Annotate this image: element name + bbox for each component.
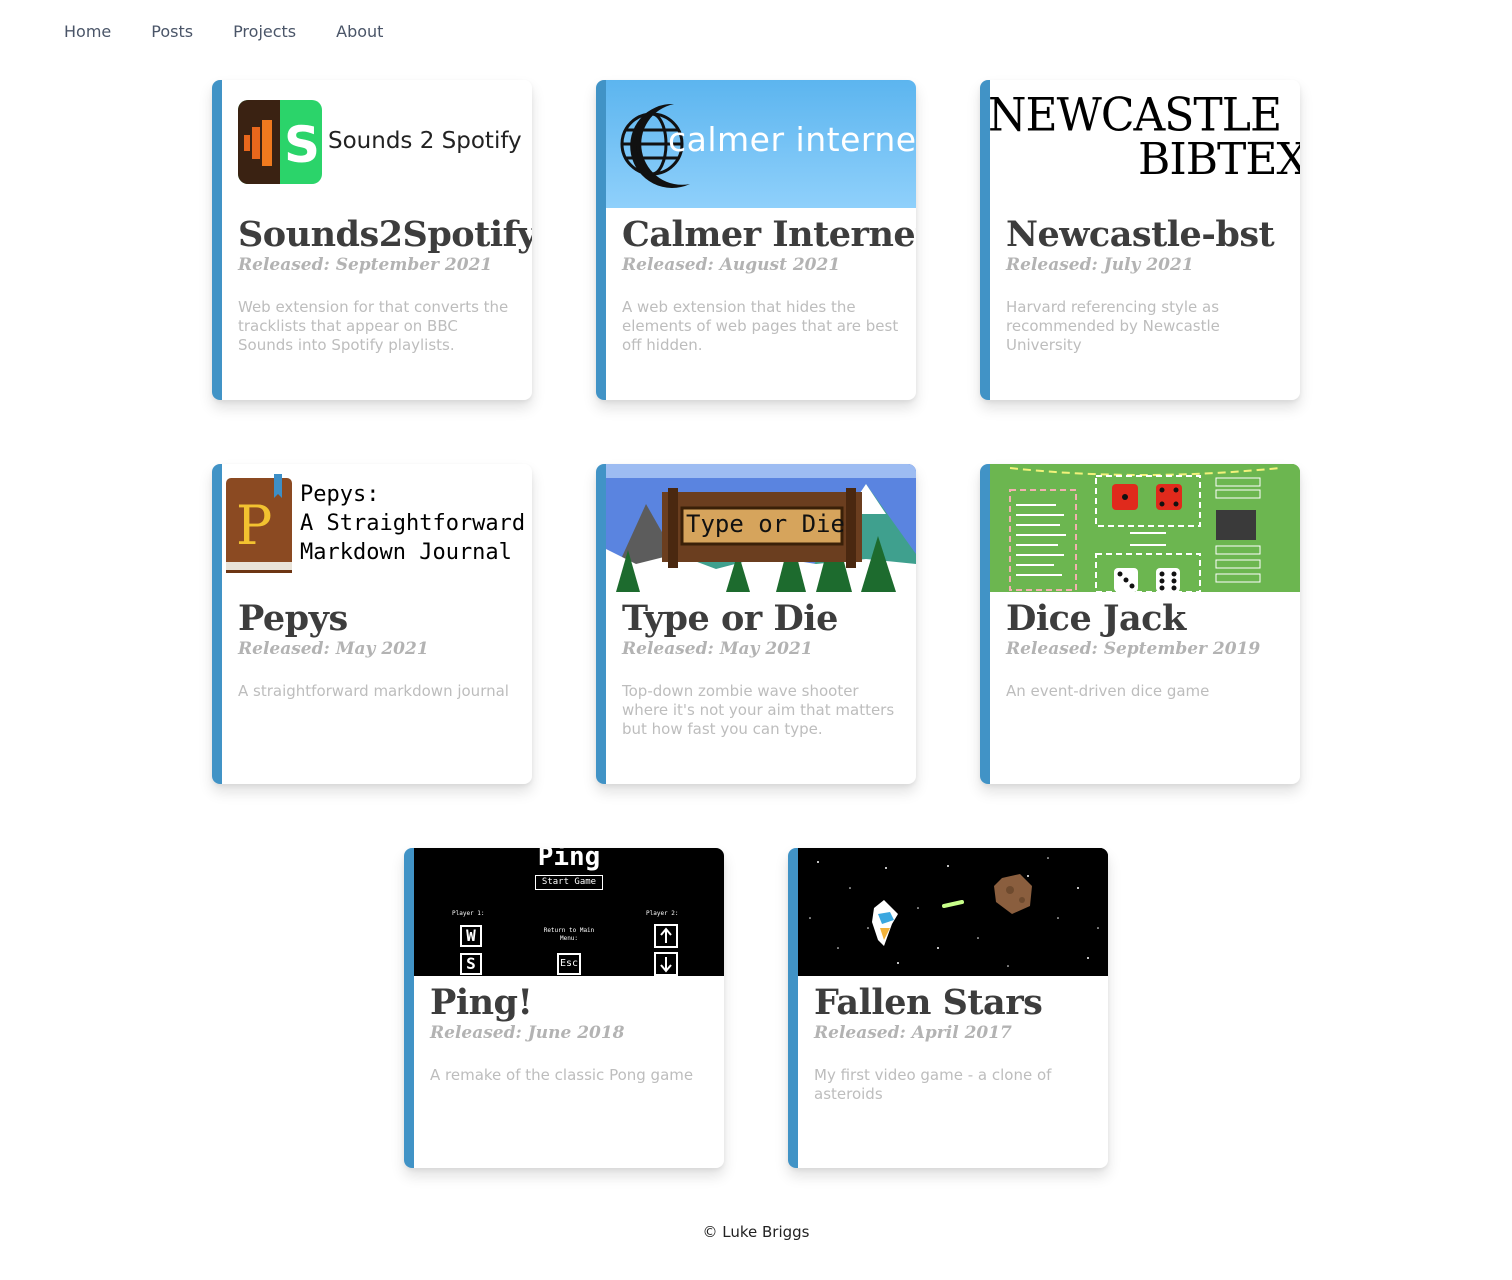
nav-home-link[interactable]: Home — [64, 22, 111, 42]
card-accent-stripe — [404, 848, 414, 1168]
project-description: Top-down zombie wave shooter where it's … — [622, 682, 895, 738]
project-description: Harvard referencing style as recommended… — [1006, 298, 1220, 354]
thumb-line-2: BIBTEX — [1138, 134, 1300, 185]
project-thumbnail — [798, 848, 1108, 976]
thumb-line-3: Markdown Journal — [300, 540, 512, 565]
card-accent-stripe — [596, 80, 606, 400]
project-thumbnail: P Pepys: A Straightforward Markdown Jour… — [222, 464, 532, 592]
arrow-keys-icon — [654, 924, 678, 976]
project-title[interactable]: Dice Jack — [1006, 598, 1186, 639]
project-card-dice-jack[interactable]: Dice Jack Released: September 2019 An ev… — [980, 464, 1300, 784]
card-accent-stripe — [788, 848, 798, 1168]
thumb-logo-text: calmer internet — [668, 120, 916, 159]
project-thumbnail: S Sounds 2 Spotify — [222, 80, 532, 208]
nav-posts-link[interactable]: Posts — [151, 22, 193, 42]
project-description: A web extension that hides the elements … — [622, 298, 899, 354]
project-title[interactable]: Fallen Stars — [814, 982, 1043, 1023]
svg-text:S: S — [284, 116, 320, 174]
card-accent-stripe — [212, 80, 222, 400]
project-title[interactable]: Calmer Internet — [622, 214, 916, 255]
project-title[interactable]: Pepys — [238, 598, 348, 639]
project-description: A straightforward markdown journal — [238, 682, 509, 700]
release-date: Released: June 2018 — [430, 1023, 625, 1043]
project-card-type-or-die[interactable]: Type or Die Type or Die Released: May 20… — [596, 464, 916, 784]
project-card-calmer-internet[interactable]: calmer internet Calmer Internet Released… — [596, 80, 916, 400]
project-thumbnail — [990, 464, 1300, 592]
release-date: Released: September 2019 — [1006, 639, 1261, 659]
top-nav: Home Posts Projects About — [64, 22, 423, 42]
project-title[interactable]: Type or Die — [622, 598, 838, 639]
project-thumbnail: calmer internet — [606, 80, 916, 208]
book-icon: P — [226, 474, 292, 573]
project-title[interactable]: Newcastle-bst — [1006, 214, 1275, 255]
project-description: An event-driven dice game — [1006, 682, 1210, 700]
release-date: Released: August 2021 — [622, 255, 841, 275]
project-title[interactable]: Sounds2Spotify — [238, 214, 532, 255]
thumb-line-1: Pepys: — [300, 482, 380, 507]
project-card-ping[interactable]: Ping Start Game Player 1: Player 2: Retu… — [404, 848, 724, 1168]
release-date: Released: July 2021 — [1006, 255, 1194, 275]
project-thumbnail: Ping Start Game Player 1: Player 2: Retu… — [414, 848, 724, 976]
project-card-sounds2spotify[interactable]: S Sounds 2 Spotify Sounds2Spotify Releas… — [212, 80, 532, 400]
project-thumbnail: Type or Die — [606, 464, 916, 592]
project-description: My first video game - a clone of asteroi… — [814, 1066, 1052, 1103]
project-description: A remake of the classic Pong game — [430, 1066, 694, 1084]
spaceship-icon — [798, 848, 1108, 976]
thumb-logo-text: Sounds 2 Spotify — [328, 128, 522, 154]
card-accent-stripe — [980, 80, 990, 400]
release-date: Released: May 2021 — [238, 639, 429, 659]
card-accent-stripe — [596, 464, 606, 784]
card-accent-stripe — [212, 464, 222, 784]
nav-about-link[interactable]: About — [336, 22, 383, 42]
release-date: Released: May 2021 — [622, 639, 813, 659]
project-card-newcastle-bst[interactable]: NEWCASTLE BIBTEX Newcastle-bst Released:… — [980, 80, 1300, 400]
thumb-line-2: A Straightforward — [300, 511, 526, 536]
svg-text:P: P — [236, 494, 272, 557]
footer-copyright: © Luke Briggs — [702, 1223, 810, 1241]
card-accent-stripe — [980, 464, 990, 784]
release-date: Released: April 2017 — [814, 1023, 1012, 1043]
thumb-sign-text: Type or Die — [686, 510, 845, 538]
project-card-pepys[interactable]: P Pepys: A Straightforward Markdown Jour… — [212, 464, 532, 784]
project-thumbnail: NEWCASTLE BIBTEX — [990, 80, 1300, 208]
dice-board-icon — [990, 464, 1300, 592]
project-title[interactable]: Ping! — [430, 982, 533, 1023]
project-card-fallen-stars[interactable]: Fallen Stars Released: April 2017 My fir… — [788, 848, 1108, 1168]
project-description: Web extension for that converts the trac… — [238, 298, 509, 354]
release-date: Released: September 2021 — [238, 255, 493, 275]
nav-projects-link[interactable]: Projects — [233, 22, 296, 42]
